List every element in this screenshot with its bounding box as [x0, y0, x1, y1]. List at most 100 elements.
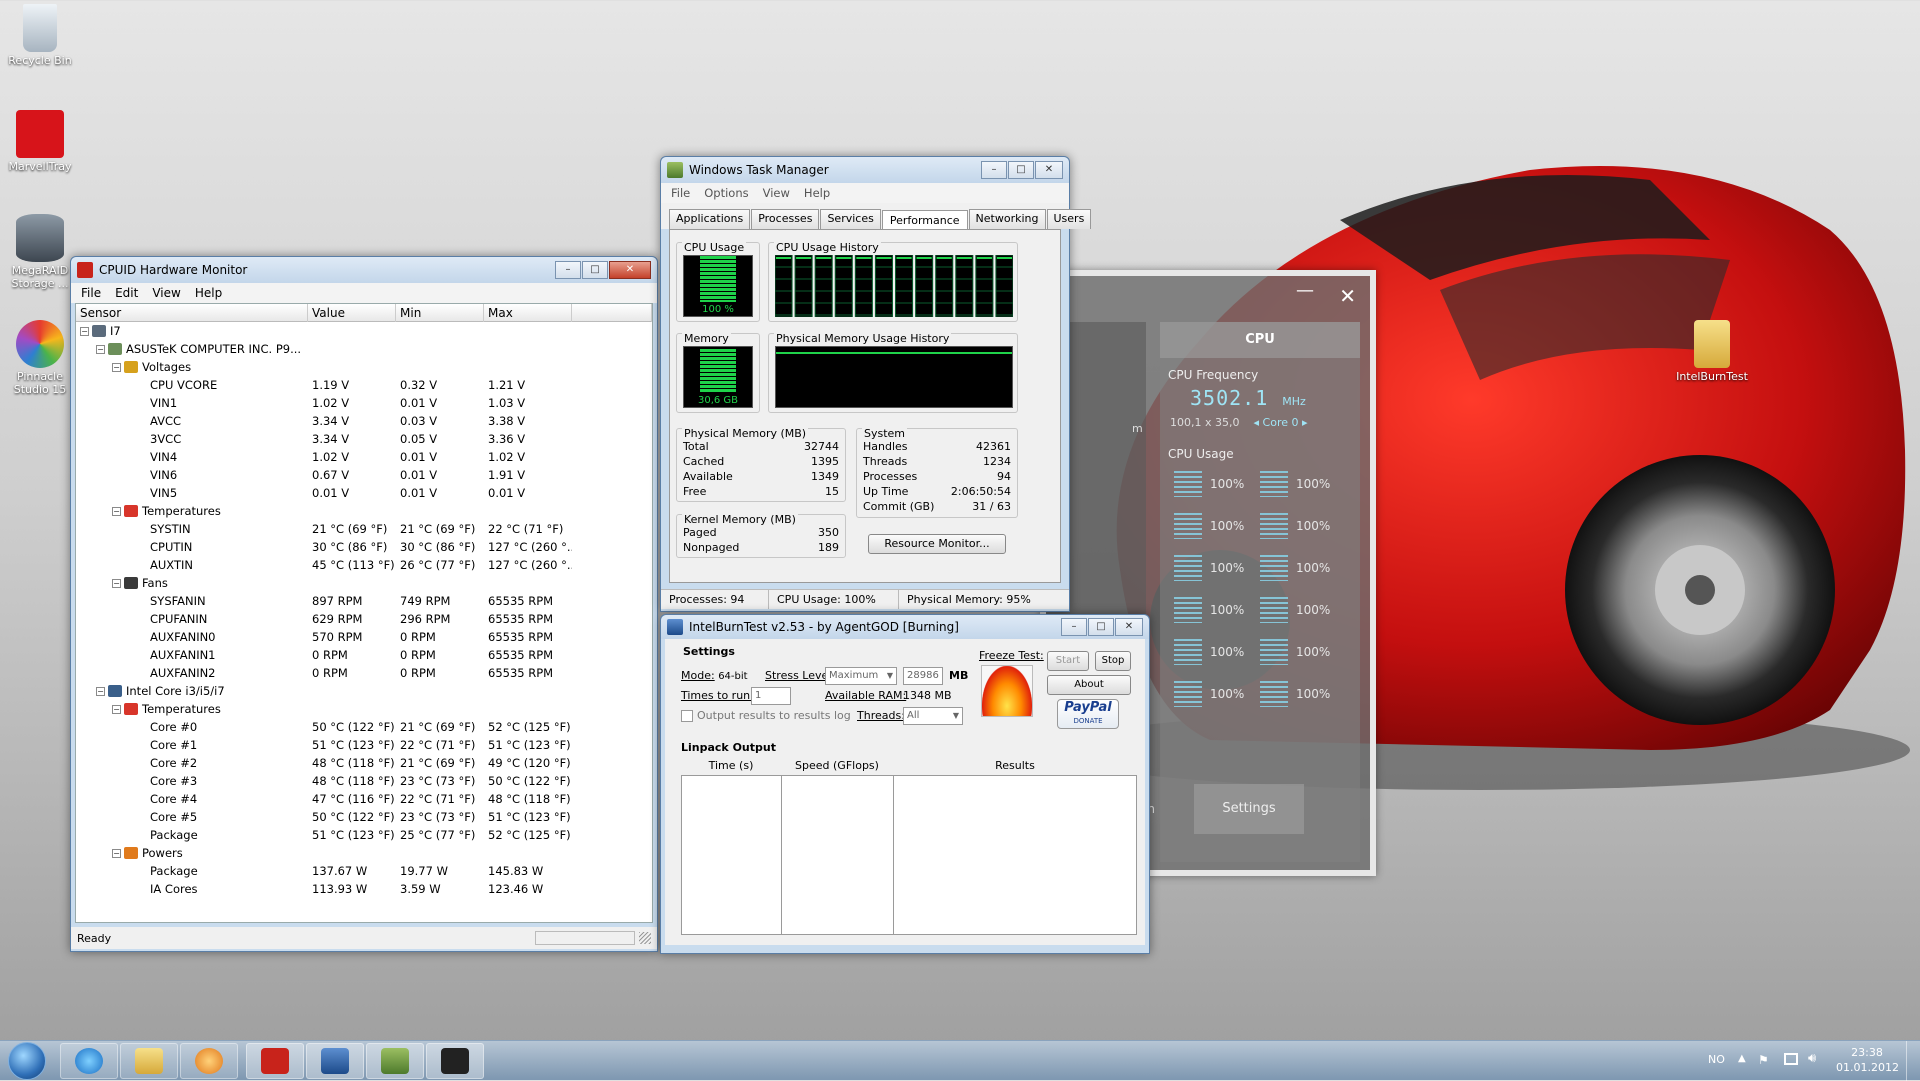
gadget-minimize-icon[interactable]: —	[1296, 280, 1314, 301]
sensor-row[interactable]: AUXFANIN0 570 RPM 0 RPM 65535 RPM	[76, 628, 652, 646]
clock[interactable]: 23:38 01.01.2012	[1836, 1045, 1899, 1075]
close-icon[interactable]: ✕	[1035, 161, 1063, 179]
taskbar-taskmgr[interactable]	[366, 1043, 424, 1079]
stress-level-select[interactable]: Maximum ▼	[825, 667, 897, 685]
maximize-icon[interactable]: □	[1088, 618, 1114, 636]
hwmonitor-titlebar[interactable]: CPUID Hardware Monitor – □ ✕	[71, 257, 657, 283]
desktop-icon-megaraid[interactable]: MegaRAID Storage ...	[2, 214, 78, 290]
menu-view[interactable]: View	[763, 186, 790, 200]
tab-services[interactable]: Services	[820, 209, 881, 229]
desktop-icon-intelburntest[interactable]: IntelBurnTest	[1674, 320, 1750, 383]
sensor-row[interactable]: CPUTIN 30 °C (86 °F) 30 °C (86 °F) 127 °C (…	[76, 538, 652, 556]
collapse-toggle-icon[interactable]: −	[96, 344, 105, 354]
sensor-row[interactable]: Package 51 °C (123 °F) 25 °C (77 °F) 52 °C …	[76, 826, 652, 844]
sensor-row[interactable]: Package 137.67 W 19.77 W 145.83 W	[76, 862, 652, 880]
taskbar-gadget[interactable]	[426, 1043, 484, 1079]
collapse-toggle-icon[interactable]: −	[112, 578, 121, 588]
sensor-group-row[interactable]: − ASUSTeK COMPUTER INC. P9...	[76, 340, 652, 358]
close-icon[interactable]: ✕	[1115, 618, 1143, 636]
sensor-group-row[interactable]: − Intel Core i3/i5/i7	[76, 682, 652, 700]
tab-performance[interactable]: Performance	[881, 210, 968, 230]
ibt-titlebar[interactable]: IntelBurnTest v2.53 - by AgentGOD [Burni…	[661, 615, 1149, 639]
tab-networking[interactable]: Networking	[968, 209, 1046, 229]
collapse-toggle-icon[interactable]: −	[112, 704, 121, 714]
sensor-group-row[interactable]: − I7	[76, 322, 652, 340]
taskbar-hwmonitor[interactable]	[246, 1043, 304, 1079]
minimize-icon[interactable]: –	[981, 161, 1007, 179]
taskbar-ie[interactable]	[60, 1043, 118, 1079]
language-indicator[interactable]: NO	[1708, 1053, 1725, 1066]
sensor-group-row[interactable]: − Voltages	[76, 358, 652, 376]
sensor-row[interactable]: AVCC 3.34 V 0.03 V 3.38 V	[76, 412, 652, 430]
paypal-donate-button[interactable]: PayPal DONATE	[1057, 699, 1119, 729]
sensor-row[interactable]: AUXFANIN1 0 RPM 0 RPM 65535 RPM	[76, 646, 652, 664]
gadget-settings-button[interactable]: Settings	[1194, 784, 1304, 834]
volume-icon[interactable]: 🔊︎	[1808, 1051, 1816, 1066]
sensor-group-row[interactable]: − Fans	[76, 574, 652, 592]
sensor-row[interactable]: SYSFANIN 897 RPM 749 RPM 65535 RPM	[76, 592, 652, 610]
col-max[interactable]: Max	[484, 304, 572, 322]
gadget-close-icon[interactable]: ✕	[1339, 284, 1356, 308]
about-button[interactable]: About	[1047, 675, 1131, 695]
taskbar-explorer[interactable]	[120, 1043, 178, 1079]
network-icon[interactable]	[1784, 1053, 1798, 1065]
minimize-icon[interactable]: –	[555, 261, 581, 279]
menu-view[interactable]: View	[152, 286, 180, 300]
menu-help[interactable]: Help	[804, 186, 830, 200]
collapse-toggle-icon[interactable]: −	[80, 326, 89, 336]
collapse-toggle-icon[interactable]: −	[112, 848, 121, 858]
desktop-icon-marvelltray[interactable]: MarvellTray	[2, 110, 78, 173]
collapse-toggle-icon[interactable]: −	[96, 686, 105, 696]
sensor-row[interactable]: Core #1 51 °C (123 °F) 22 °C (71 °F) 51 °C …	[76, 736, 652, 754]
sensor-row[interactable]: VIN5 0.01 V 0.01 V 0.01 V	[76, 484, 652, 502]
sensor-row[interactable]: VIN1 1.02 V 0.01 V 1.03 V	[76, 394, 652, 412]
tab-users[interactable]: Users	[1046, 209, 1092, 229]
sensor-row[interactable]: Core #5 50 °C (122 °F) 23 °C (73 °F) 51 °C …	[76, 808, 652, 826]
minimize-icon[interactable]: –	[1061, 618, 1087, 636]
menu-help[interactable]: Help	[195, 286, 222, 300]
resize-grip-icon[interactable]	[639, 932, 651, 944]
resource-monitor-button[interactable]: Resource Monitor...	[868, 534, 1006, 554]
sensor-row[interactable]: SYSTIN 21 °C (69 °F) 21 °C (69 °F) 22 °C (7…	[76, 520, 652, 538]
sensor-row[interactable]: Core #3 48 °C (118 °F) 23 °C (73 °F) 50 °C …	[76, 772, 652, 790]
stop-button[interactable]: Stop	[1095, 651, 1131, 671]
menu-edit[interactable]: Edit	[115, 286, 138, 300]
tray-chevron-icon[interactable]: ▲	[1738, 1053, 1746, 1064]
threads-select[interactable]: All ▼	[903, 707, 963, 725]
show-desktop-button[interactable]	[1906, 1041, 1920, 1081]
col-value[interactable]: Value	[308, 304, 396, 322]
col-min[interactable]: Min	[396, 304, 484, 322]
sensor-group-row[interactable]: − Temperatures	[76, 502, 652, 520]
sensor-row[interactable]: Core #2 48 °C (118 °F) 21 °C (69 °F) 49 °C …	[76, 754, 652, 772]
desktop-icon-pinnacle-studio[interactable]: Pinnacle Studio 15	[2, 320, 78, 396]
memory-mb-input[interactable]: 28986	[903, 667, 943, 685]
sensor-row[interactable]: VIN4 1.02 V 0.01 V 1.02 V	[76, 448, 652, 466]
gadget-core-selector[interactable]: ◂ Core 0 ▸	[1254, 416, 1308, 429]
menu-file[interactable]: File	[81, 286, 101, 300]
taskbar-media-player[interactable]	[180, 1043, 238, 1079]
sensor-row[interactable]: VIN6 0.67 V 0.01 V 1.91 V	[76, 466, 652, 484]
maximize-icon[interactable]: □	[582, 261, 608, 279]
sensor-group-row[interactable]: − Powers	[76, 844, 652, 862]
sensor-row[interactable]: IA Cores 113.93 W 3.59 W 123.46 W	[76, 880, 652, 898]
collapse-toggle-icon[interactable]: −	[112, 506, 121, 516]
tab-processes[interactable]: Processes	[751, 209, 820, 229]
sensor-row[interactable]: CPUFANIN 629 RPM 296 RPM 65535 RPM	[76, 610, 652, 628]
tab-applications[interactable]: Applications	[669, 209, 751, 229]
col-sensor[interactable]: Sensor	[76, 304, 308, 322]
output-log-checkbox[interactable]: Output results to results log	[681, 709, 851, 722]
sensor-row[interactable]: CPU VCORE 1.19 V 0.32 V 1.21 V	[76, 376, 652, 394]
sensor-row[interactable]: Core #4 47 °C (116 °F) 22 °C (71 °F) 48 °C …	[76, 790, 652, 808]
sensor-row[interactable]: 3VCC 3.34 V 0.05 V 3.36 V	[76, 430, 652, 448]
hwmonitor-sensor-list[interactable]: Sensor Value Min Max − I7− ASUSTeK COMPUTE…	[75, 303, 653, 923]
action-center-flag-icon[interactable]: ⚑	[1758, 1053, 1769, 1067]
collapse-toggle-icon[interactable]: −	[112, 362, 121, 372]
sensor-row[interactable]: AUXFANIN2 0 RPM 0 RPM 65535 RPM	[76, 664, 652, 682]
close-icon[interactable]: ✕	[609, 261, 651, 279]
gadget-cpu-tab[interactable]: CPU	[1160, 322, 1360, 358]
taskbar-intelburntest[interactable]	[306, 1043, 364, 1079]
times-to-run-input[interactable]: 1	[751, 687, 791, 705]
sensor-row[interactable]: AUXTIN 45 °C (113 °F) 26 °C (77 °F) 127 °C …	[76, 556, 652, 574]
taskmgr-titlebar[interactable]: Windows Task Manager – □ ✕	[661, 157, 1069, 183]
start-button[interactable]: Start	[1047, 651, 1089, 671]
